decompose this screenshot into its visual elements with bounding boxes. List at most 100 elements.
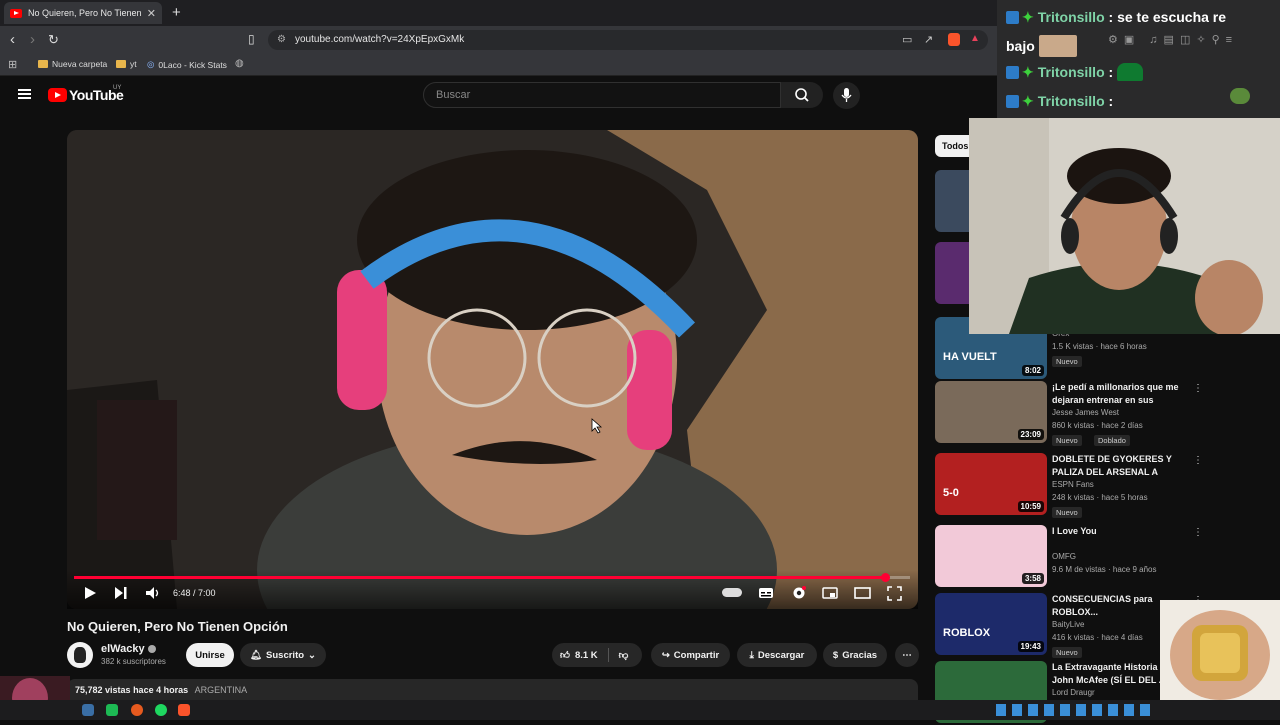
apps-grid-icon[interactable]: ⊞ — [8, 58, 17, 71]
rec-channel[interactable]: Lord Draugr — [1052, 688, 1095, 697]
chat-message-continued: bajo — [1006, 35, 1077, 57]
rec-channel[interactable]: Jesse James West — [1052, 408, 1119, 417]
bookmark-icon[interactable]: ▯ — [248, 32, 255, 46]
site-info-icon[interactable]: ⚙ — [277, 34, 286, 45]
bell-icon: 🔔︎ — [249, 649, 263, 661]
taskbar-app-icon[interactable] — [82, 704, 94, 716]
reload-icon[interactable]: ↻ — [48, 32, 59, 48]
rec-meta: 248 k vistas · hace 5 horas — [1052, 493, 1148, 502]
rec-title[interactable]: I Love You — [1052, 525, 1187, 538]
settings-gear-icon[interactable] — [791, 585, 807, 601]
badge-icon — [1006, 66, 1019, 79]
back-icon[interactable]: ‹ — [10, 31, 15, 48]
rec-duration: 10:59 — [1017, 501, 1044, 512]
subtitles-icon[interactable] — [758, 586, 774, 600]
rec-video-item[interactable]: 23:09 ¡Le pedí a millonarios que me dejar… — [935, 381, 1203, 446]
chat-message: ✦ Tritonsillo : se te escucha re — [1006, 9, 1226, 26]
new-tab-button[interactable]: + — [172, 4, 181, 21]
green-emote-icon — [1117, 63, 1144, 81]
extension-icons[interactable]: ⚙▣ ♫▤◫✧⚲≡ — [1108, 33, 1238, 46]
browser-tab[interactable]: No Quieren, Pero No Tienen Opción ✕ — [4, 2, 162, 24]
search-icon — [795, 88, 809, 102]
join-button[interactable]: Unirse — [186, 643, 234, 667]
taskbar-xbox-icon[interactable] — [106, 704, 118, 716]
time-display: 6:48 / 7:00 — [173, 588, 216, 598]
share-button[interactable]: ↪ Compartir — [651, 643, 730, 667]
youtube-favicon-icon — [10, 8, 22, 18]
rec-title[interactable]: DOBLETE DE GYOKERES Y PALIZA DEL ARSENAL… — [1052, 453, 1187, 479]
chat-message: ✦ Tritonsillo : — [1006, 93, 1113, 110]
rec-channel[interactable]: OMFG — [1052, 552, 1076, 561]
bookmark-folder-nueva-carpeta[interactable]: Nueva carpeta — [38, 59, 107, 69]
channel-avatar[interactable] — [67, 642, 93, 668]
youtube-logo-icon[interactable] — [48, 88, 67, 102]
rec-channel[interactable]: ESPN Fans — [1052, 480, 1094, 489]
video-title: No Quieren, Pero No Tienen Opción — [67, 619, 288, 634]
taskbar-spotify-icon[interactable] — [155, 704, 167, 716]
bookmark-kick-stats[interactable]: ◎ 0Laco - Kick Stats — [147, 59, 227, 70]
thanks-button[interactable]: $ Gracias — [823, 643, 887, 667]
subscribed-button[interactable]: 🔔︎ Suscrito ⌄ — [240, 643, 326, 667]
thumb-text: ROBLOX — [943, 627, 991, 639]
webcam-frame — [969, 118, 1280, 334]
rec-thumbnail-partial[interactable] — [935, 170, 969, 232]
globe-icon[interactable]: ◍ — [235, 58, 244, 69]
rec-thumbnail[interactable]: ROBLOX 19:43 — [935, 593, 1047, 655]
video-frame — [67, 130, 918, 609]
rec-thumbnail[interactable]: 5-0 10:59 — [935, 453, 1047, 515]
bookmark-folder-yt[interactable]: yt — [116, 59, 137, 69]
rec-thumbnail[interactable]: 3:58 — [935, 525, 1047, 587]
menu-icon[interactable] — [18, 89, 31, 99]
chevron-down-icon: ⌄ — [308, 649, 317, 661]
rec-badge-new: Nuevo — [1052, 356, 1082, 367]
rec-title[interactable]: ¡Le pedí a millonarios que me dejaran en… — [1052, 381, 1187, 407]
volume-icon[interactable] — [145, 586, 161, 600]
rec-more-icon[interactable]: ⋮ — [1193, 455, 1203, 466]
rec-video-item[interactable]: 3:58 I Love You OMFG 9.6 M de vistas · hace… — [935, 525, 1203, 589]
folder-icon — [38, 60, 48, 68]
rec-badge-new: Nuevo — [1052, 507, 1082, 518]
rec-duration: 19:43 — [1017, 641, 1044, 652]
rec-badge-new: Nuevo — [1052, 647, 1082, 658]
rec-video-item[interactable]: 5-0 10:59 DOBLETE DE GYOKERES Y PALIZA DEL… — [935, 453, 1203, 518]
download-button[interactable]: ⤓ Descargar — [737, 643, 817, 667]
taskbar-firefox-icon[interactable] — [131, 704, 143, 716]
badge-icon — [1006, 11, 1019, 24]
rewards-icon[interactable]: ▲ — [970, 33, 980, 44]
play-icon[interactable] — [83, 586, 97, 600]
search-input[interactable]: Buscar — [423, 82, 781, 108]
country-code: UY — [113, 85, 122, 91]
brave-shield-icon[interactable] — [948, 33, 960, 46]
rec-thumbnail[interactable]: 23:09 — [935, 381, 1047, 443]
rec-more-icon[interactable]: ⋮ — [1193, 527, 1203, 538]
cast-icon[interactable]: ▭ — [902, 33, 912, 46]
tab-close-icon[interactable]: ✕ — [147, 7, 156, 20]
like-button[interactable]: 👍︎ 8.1 K — [560, 649, 598, 662]
view-count: 75,782 vistas — [75, 685, 131, 695]
more-actions-button[interactable]: ⋯ — [895, 643, 919, 667]
forward-icon[interactable]: › — [30, 31, 35, 48]
theater-mode-icon[interactable] — [854, 587, 871, 599]
fullscreen-icon[interactable] — [887, 586, 902, 601]
voice-search-button[interactable] — [833, 82, 860, 109]
thumbs-down-icon[interactable]: 👎︎ — [619, 649, 629, 661]
rec-meta: 1.5 K vistas · hace 6 horas — [1052, 342, 1147, 351]
rec-channel[interactable]: BaityLive — [1052, 620, 1084, 629]
rec-meta: 9.6 M de vistas · hace 9 años — [1052, 565, 1157, 574]
rec-more-icon[interactable]: ⋮ — [1193, 383, 1203, 394]
search-button[interactable] — [781, 82, 823, 108]
channel-name[interactable]: elWacky — [101, 643, 156, 655]
system-tray-icons[interactable] — [996, 704, 1156, 716]
autoplay-toggle[interactable] — [722, 588, 742, 597]
next-icon[interactable] — [114, 586, 128, 600]
miniplayer-icon[interactable] — [822, 586, 838, 600]
share-icon[interactable]: ↗ — [924, 33, 933, 46]
sparkle-icon: ✦ — [1022, 64, 1034, 80]
rec-duration: 8:02 — [1021, 365, 1044, 376]
progress-bar[interactable] — [74, 576, 910, 579]
video-player[interactable] — [67, 130, 918, 609]
url-field[interactable]: youtube.com/watch?v=24XpEpxGxMk — [268, 30, 988, 50]
rec-thumbnail-partial[interactable] — [935, 242, 969, 304]
rec-meta: 416 k vistas · hace 4 días — [1052, 633, 1143, 642]
taskbar-brave-icon[interactable] — [178, 704, 190, 716]
